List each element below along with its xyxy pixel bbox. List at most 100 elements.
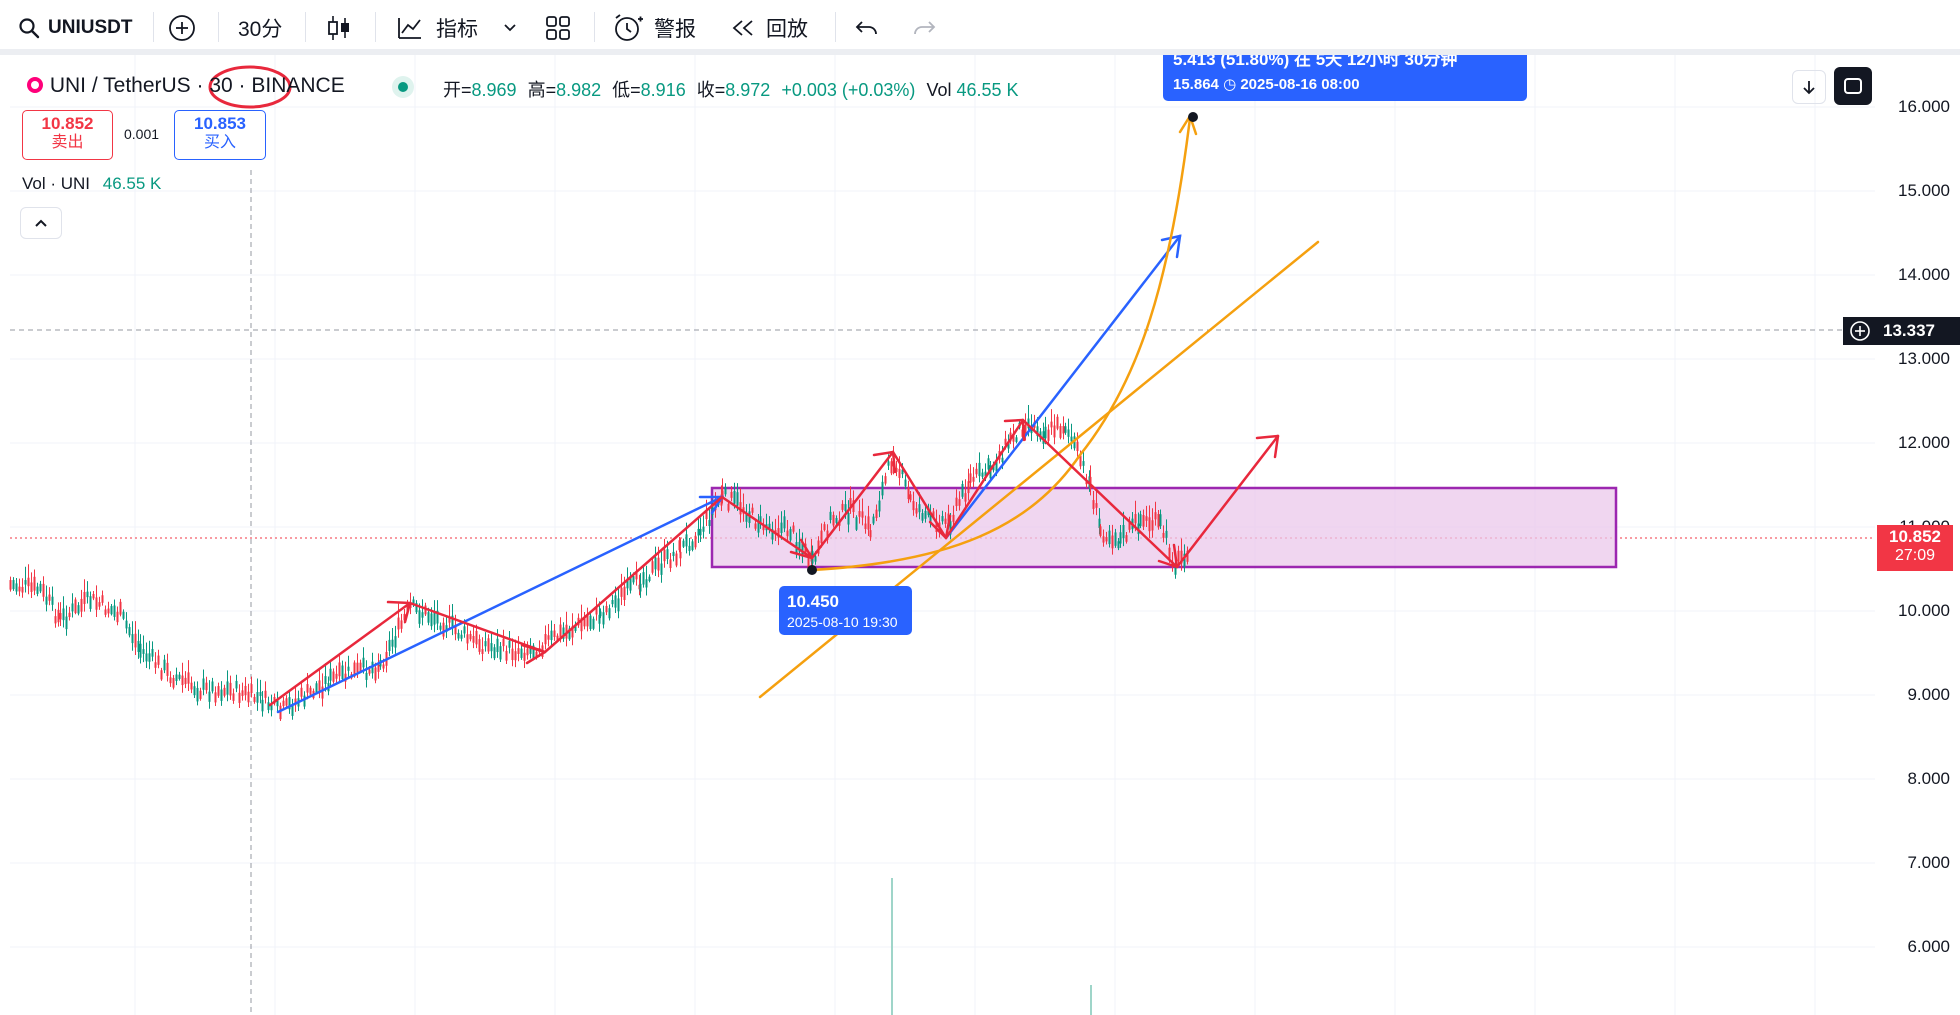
replay-button[interactable]: 回放: [730, 0, 808, 55]
symbol-search[interactable]: UNIUSDT: [18, 0, 132, 55]
undo-icon: [855, 20, 877, 34]
candle-body: [967, 481, 970, 494]
candle-body: [864, 523, 867, 530]
price-axis-label: 12.000: [1898, 433, 1950, 452]
candle-body: [110, 606, 113, 615]
undo-button[interactable]: [855, 0, 879, 55]
candle-body: [33, 576, 36, 591]
candle-body: [783, 516, 786, 529]
candle-body: [163, 659, 166, 671]
symbol-legend[interactable]: UNI / TetherUS · 30 · BINANCE: [26, 74, 345, 98]
add-plus-icon[interactable]: [1849, 320, 1871, 342]
candle-body: [921, 513, 924, 521]
candle-body: [21, 586, 24, 593]
price-chart[interactable]: [0, 55, 1960, 1015]
price-axis-label: 7.000: [1907, 853, 1950, 872]
candle-body: [1154, 512, 1157, 520]
candle-body: [1159, 514, 1162, 527]
candle-body: [430, 613, 433, 627]
candle-body: [1064, 426, 1067, 433]
high-value: 8.982: [556, 80, 602, 100]
candle-body: [550, 630, 553, 641]
candle-body: [691, 541, 694, 551]
indicators-button[interactable]: 指标: [396, 0, 478, 55]
redo-button[interactable]: [912, 0, 936, 55]
candle-body: [466, 634, 469, 644]
candle-body: [394, 636, 397, 648]
measure-tooltip-time: 2025-08-16 08:00: [1240, 76, 1360, 93]
candle-body: [632, 576, 635, 583]
candle-body: [602, 612, 605, 625]
chart-type-button[interactable]: [326, 0, 352, 55]
candle-body: [172, 677, 175, 688]
price-axis-label: 9.000: [1907, 685, 1950, 704]
candle-body: [890, 461, 893, 474]
candle-body: [867, 516, 870, 530]
candle-body: [669, 559, 672, 569]
candle-body: [30, 582, 33, 592]
candle-body: [642, 572, 645, 585]
volume-legend[interactable]: Vol · UNI 46.55 K: [22, 174, 161, 194]
arrow-down-icon: [1803, 81, 1815, 95]
candle-body: [208, 691, 211, 702]
scroll-down-button[interactable]: [1792, 70, 1826, 104]
candle-body: [418, 610, 421, 624]
candle-body: [823, 524, 826, 531]
uni-logo-icon: [27, 77, 43, 93]
candle-body: [54, 616, 57, 624]
candle-body: [780, 522, 783, 533]
market-status-indicator[interactable]: [392, 76, 414, 98]
candle-body: [101, 595, 104, 603]
add-symbol-button[interactable]: [168, 0, 196, 55]
candle-body: [374, 667, 377, 681]
candle-body: [1047, 429, 1050, 441]
candle-body: [18, 586, 21, 592]
candle-body: [282, 700, 285, 707]
candle-body: [154, 662, 157, 668]
layouts-button[interactable]: [545, 0, 571, 55]
candle-body: [1082, 461, 1085, 466]
indicators-dropdown[interactable]: [503, 0, 517, 55]
candle-body: [861, 511, 864, 518]
candle-body: [789, 529, 792, 541]
target-point-marker: [1188, 112, 1198, 122]
candle-body: [1067, 429, 1070, 437]
divider: [594, 12, 595, 42]
sell-button[interactable]: 10.852 卖出: [22, 110, 113, 160]
replay-label: 回放: [766, 17, 808, 41]
candle-body: [1102, 536, 1105, 543]
candle-body: [1162, 532, 1165, 538]
candle-body: [481, 649, 484, 654]
candle-body: [86, 591, 89, 598]
candle-body: [306, 684, 309, 693]
candle-body: [51, 596, 54, 605]
candle-body: [884, 476, 887, 484]
candle-body: [400, 620, 403, 629]
candle-body: [904, 479, 907, 487]
candle-body: [1165, 530, 1168, 538]
candle-body: [217, 686, 220, 696]
candle-body: [724, 486, 727, 495]
candle-body: [672, 551, 675, 557]
candle-body: [881, 481, 884, 496]
candle-body: [660, 563, 663, 575]
candle-body: [511, 648, 514, 661]
candle-body: [211, 681, 214, 692]
alert-button[interactable]: 警报: [612, 0, 696, 55]
low-label: 低=: [612, 80, 641, 100]
interval-button[interactable]: 30分: [238, 0, 282, 55]
candle-body: [107, 608, 110, 614]
candle-body: [878, 500, 881, 512]
candle-body: [285, 698, 288, 706]
candle-body: [318, 680, 321, 692]
candle-body: [592, 618, 595, 629]
open-label: 开=: [443, 80, 472, 100]
collapse-legend-button[interactable]: [20, 207, 62, 239]
fullscreen-button[interactable]: [1834, 67, 1872, 105]
buy-button[interactable]: 10.853 买入: [174, 110, 266, 160]
candle-body: [1050, 421, 1053, 428]
candle-body: [321, 686, 324, 699]
candle-body: [220, 689, 223, 701]
buy-price: 10.853: [194, 114, 246, 133]
candle-body: [675, 553, 678, 566]
